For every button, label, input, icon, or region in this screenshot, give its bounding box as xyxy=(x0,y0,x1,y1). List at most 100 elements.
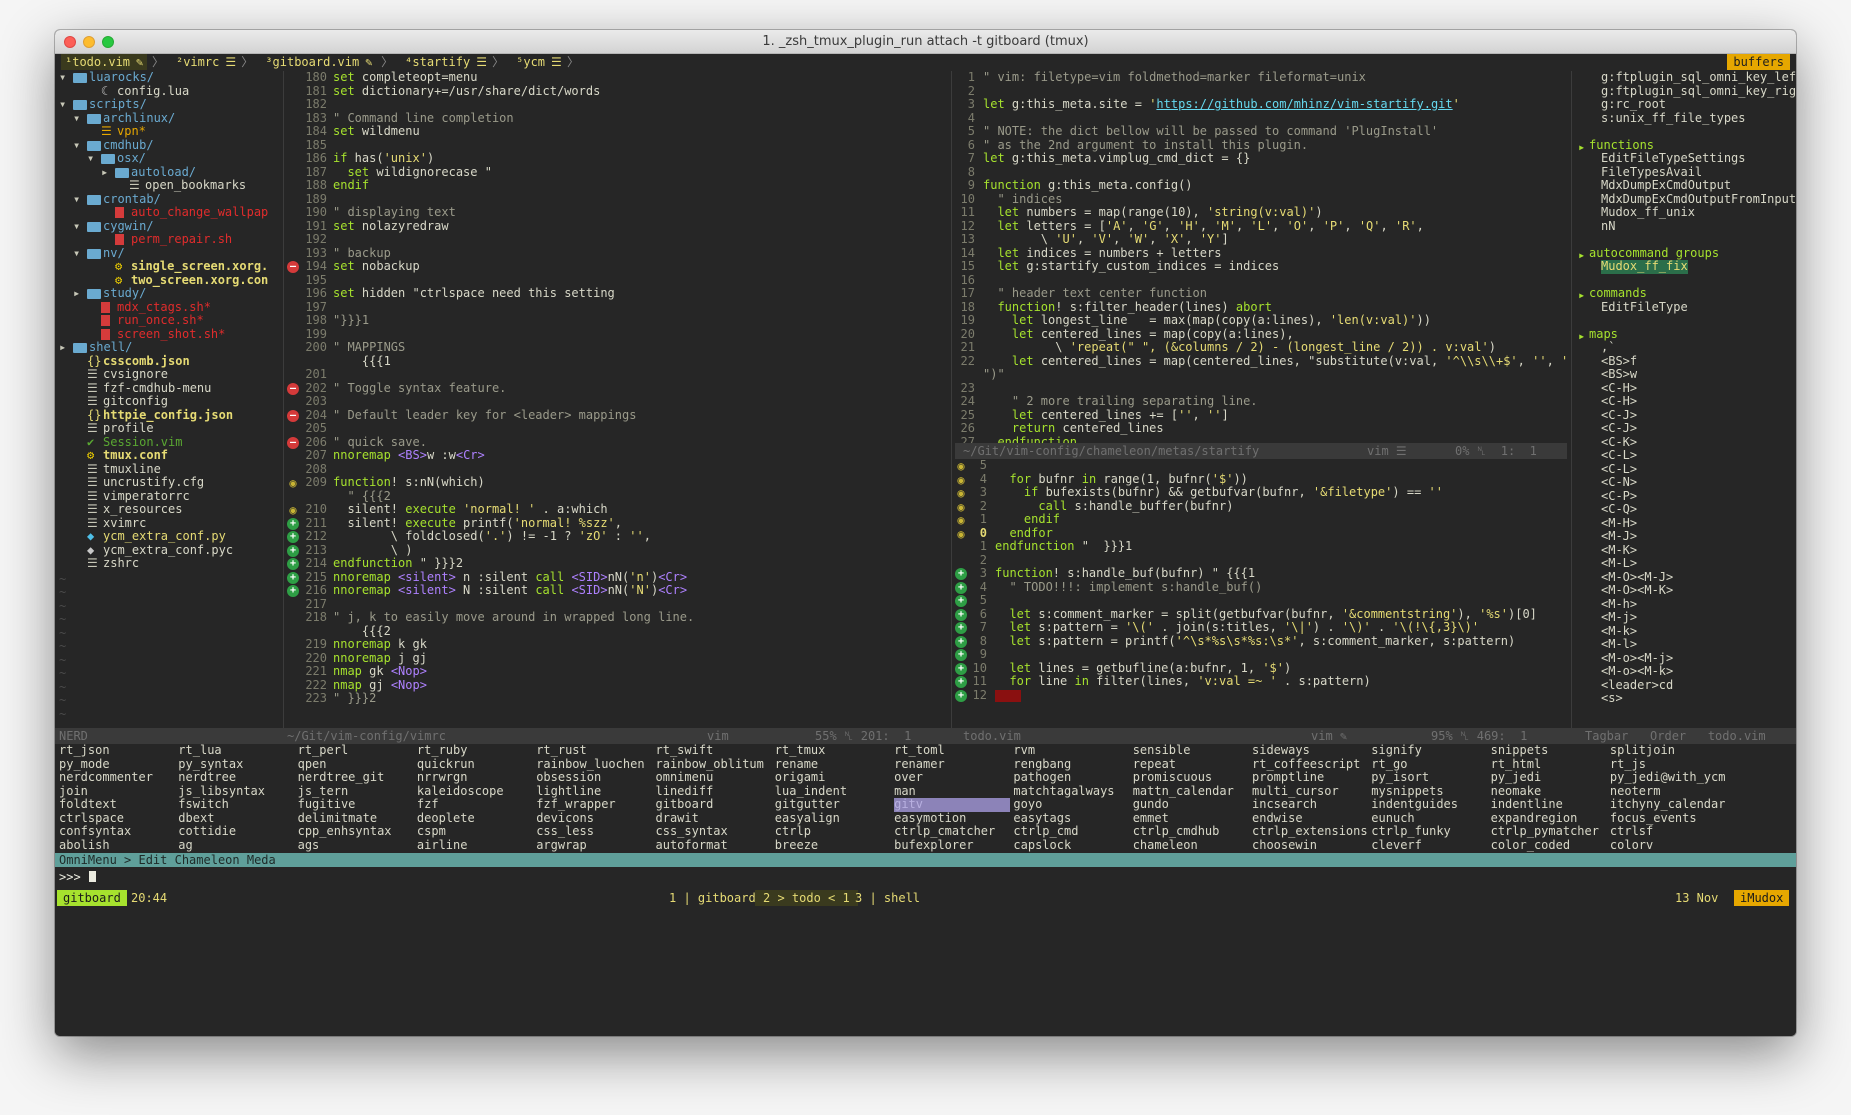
tag-item[interactable]: <C-J> xyxy=(1601,421,1637,436)
tag-item[interactable]: <M-O><M-J> xyxy=(1601,570,1673,585)
plugin-item[interactable]: rename xyxy=(775,757,818,772)
tree-arrow-icon[interactable]: ▾ xyxy=(73,192,80,207)
plugin-item[interactable]: ag xyxy=(178,838,192,853)
plugin-item[interactable]: foldtext xyxy=(59,797,117,812)
tree-arrow-icon[interactable]: ▾ xyxy=(73,246,80,261)
plugin-item[interactable]: incsearch xyxy=(1252,797,1317,812)
plugin-item[interactable]: rt_js xyxy=(1610,757,1646,772)
tag-item[interactable]: g:rc_root xyxy=(1601,97,1666,112)
plugin-item[interactable]: nerdcommenter xyxy=(59,770,153,785)
tag-item[interactable]: EditFileTypeSettings xyxy=(1601,151,1746,166)
tree-arrow-icon[interactable]: ▾ xyxy=(59,97,66,112)
plugin-item[interactable]: cottidie xyxy=(178,824,236,839)
plugin-item[interactable]: signify xyxy=(1371,743,1422,758)
plugin-item[interactable]: ctrlp_pymatcher xyxy=(1491,824,1599,839)
tagbar-pane[interactable]: g:ftplugin_sql_omni_key_left g:ftplugin_s… xyxy=(1575,71,1796,728)
plugin-item[interactable]: easymotion xyxy=(894,811,966,826)
tab-2[interactable]: ³gitboard.vim ✎ xyxy=(261,54,376,70)
plugin-item[interactable]: ctrlp_cmatcher xyxy=(894,824,995,839)
plugin-item[interactable]: qpen xyxy=(298,757,327,772)
plugin-item[interactable]: linediff xyxy=(656,784,714,799)
tree-arrow-icon[interactable]: ▸ xyxy=(73,286,80,301)
tag-item[interactable]: <C-H> xyxy=(1601,381,1637,396)
plugin-item[interactable]: man xyxy=(894,784,916,799)
plugin-item[interactable]: py_jedi@with_ycm xyxy=(1610,770,1726,785)
tag-item[interactable]: g:ftplugin_sql_omni_key_left xyxy=(1601,71,1796,85)
tag-section-commands[interactable]: commands xyxy=(1589,286,1647,301)
command-prompt[interactable]: >>> xyxy=(59,869,96,885)
expand-arrow-icon[interactable]: ▸ xyxy=(1578,247,1585,263)
plugin-item[interactable]: ctrlp_cmd xyxy=(1013,824,1078,839)
tag-section-functions[interactable]: functions xyxy=(1589,138,1654,153)
plugin-item[interactable]: rt_coffeescript xyxy=(1252,757,1360,772)
tag-item[interactable]: <BS>f xyxy=(1601,354,1637,369)
plugin-item[interactable]: rt_swift xyxy=(656,743,714,758)
tag-item[interactable]: <C-Q> xyxy=(1601,502,1637,517)
plugin-item[interactable]: rt_perl xyxy=(298,743,349,758)
tag-item[interactable]: MdxDumpExCmdOutputFromInput xyxy=(1601,192,1796,207)
close-button[interactable] xyxy=(64,36,76,48)
plugin-item[interactable]: expandregion xyxy=(1491,811,1578,826)
plugin-item[interactable]: over xyxy=(894,770,923,785)
plugin-item[interactable]: css_less xyxy=(536,824,594,839)
plugin-item[interactable]: delimitmate xyxy=(298,811,377,826)
plugin-item[interactable]: drawit xyxy=(656,811,699,826)
tag-item[interactable]: <s> xyxy=(1601,691,1623,706)
plugin-item[interactable]: sensible xyxy=(1133,743,1191,758)
plugin-item[interactable]: rainbow_oblitum xyxy=(656,757,764,772)
expand-arrow-icon[interactable]: ▸ xyxy=(1578,287,1585,303)
plugin-item[interactable]: choosewin xyxy=(1252,838,1317,853)
plugin-item[interactable]: bufexplorer xyxy=(894,838,973,853)
plugin-item[interactable]: py_isort xyxy=(1371,770,1429,785)
command-area[interactable]: OmniMenu > Edit Chameleon Meda >>> xyxy=(55,853,1796,893)
plugin-item[interactable]: eunuch xyxy=(1371,811,1414,826)
plugin-item[interactable]: py_syntax xyxy=(178,757,243,772)
plugin-list[interactable]: rt_json py_mode nerdcommenter join foldtext c… xyxy=(55,743,1796,854)
tag-item[interactable]: <C-P> xyxy=(1601,489,1637,504)
tag-item[interactable]: <leader>cd xyxy=(1601,678,1673,693)
plugin-item[interactable]: dbext xyxy=(178,811,214,826)
plugin-item[interactable]: origami xyxy=(775,770,826,785)
tab-0[interactable]: ¹todo.vim ✎ xyxy=(61,54,148,70)
plugin-item[interactable]: gitboard xyxy=(656,797,714,812)
tag-item[interactable]: <C-H> xyxy=(1601,394,1637,409)
tag-item[interactable]: <M-H> xyxy=(1601,516,1637,531)
plugin-item[interactable]: easyalign xyxy=(775,811,840,826)
plugin-item[interactable]: splitjoin xyxy=(1610,743,1675,758)
tag-item[interactable]: <C-L> xyxy=(1601,448,1637,463)
plugin-item[interactable]: gitgutter xyxy=(775,797,840,812)
tree-arrow-icon[interactable]: ▾ xyxy=(87,151,94,166)
plugin-item[interactable]: ctrlp_extensions xyxy=(1252,824,1368,839)
plugin-item[interactable]: promiscuous xyxy=(1133,770,1212,785)
plugin-item[interactable]: rt_ruby xyxy=(417,743,468,758)
tmux-terminal[interactable]: ¹todo.vim ✎ 〉 ²vimrc ☰ 〉 ³gitboard.vim ✎ 〉 ⁴start… xyxy=(55,54,1796,1036)
plugin-item[interactable]: rainbow_luochen xyxy=(536,757,644,772)
tag-item[interactable]: <M-L> xyxy=(1601,556,1637,571)
tag-section-autocmd[interactable]: autocommand groups xyxy=(1589,246,1719,261)
plugin-item[interactable]: snippets xyxy=(1491,743,1549,758)
tag-item[interactable]: <M-o><M-j> xyxy=(1601,651,1673,666)
plugin-item[interactable]: confsyntax xyxy=(59,824,131,839)
plugin-item[interactable]: breeze xyxy=(775,838,818,853)
plugin-item[interactable]: ctrlp_cmdhub xyxy=(1133,824,1220,839)
tree-arrow-icon[interactable]: ▾ xyxy=(73,138,80,153)
tag-item[interactable]: <C-L> xyxy=(1601,462,1637,477)
tag-item[interactable]: <BS>w xyxy=(1601,367,1637,382)
plugin-item[interactable]: ctrlp xyxy=(775,824,811,839)
plugin-item[interactable]: rt_json xyxy=(59,743,110,758)
plugin-item[interactable]: repeat xyxy=(1133,757,1176,772)
plugin-item[interactable]: nrrwrgn xyxy=(417,770,468,785)
plugin-item[interactable]: fswitch xyxy=(178,797,229,812)
plugin-item[interactable]: pathogen xyxy=(1013,770,1071,785)
plugin-item[interactable]: rt_toml xyxy=(894,743,945,758)
plugin-item[interactable]: cleverf xyxy=(1371,838,1422,853)
plugin-item[interactable]: rt_tmux xyxy=(775,743,826,758)
plugin-item[interactable]: fzf xyxy=(417,797,439,812)
tag-item-selected[interactable]: Mudox_ff_fix xyxy=(1601,259,1688,274)
plugin-item[interactable]: easytags xyxy=(1013,811,1071,826)
plugin-item[interactable]: join xyxy=(59,784,88,799)
minimize-button[interactable] xyxy=(83,36,95,48)
plugin-item[interactable]: css_syntax xyxy=(656,824,728,839)
tab-3[interactable]: ⁴startify ☰ xyxy=(401,54,491,70)
plugin-item[interactable]: promptline xyxy=(1252,770,1324,785)
